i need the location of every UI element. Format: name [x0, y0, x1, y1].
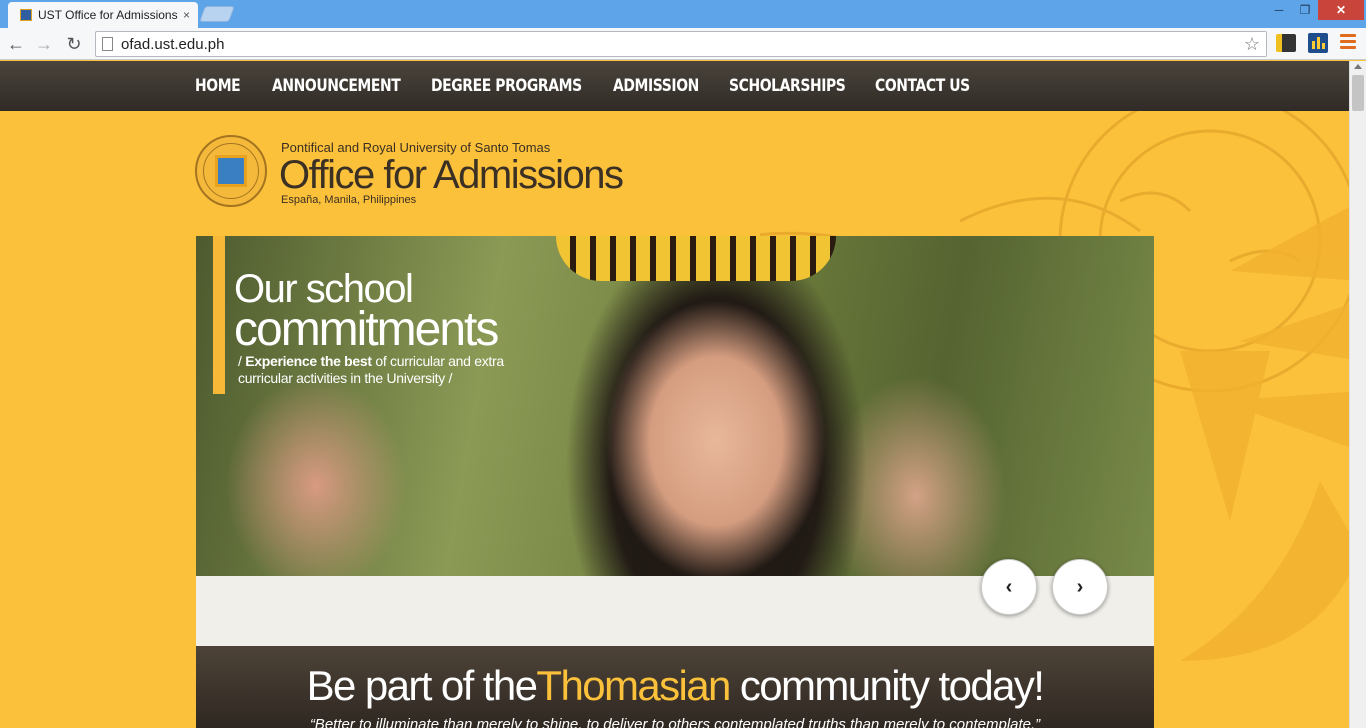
- reload-icon[interactable]: ↻: [62, 32, 86, 56]
- forward-arrow-icon[interactable]: →: [32, 32, 56, 56]
- nav-scholarships[interactable]: SCHOLARSHIPS: [729, 76, 846, 96]
- slider-prev-button[interactable]: ‹: [981, 559, 1037, 615]
- cta-highlight: Thomasian: [536, 662, 731, 709]
- page-scrollbar[interactable]: [1349, 61, 1366, 728]
- web-page: HOME ANNOUNCEMENT DEGREE PROGRAMS ADMISS…: [0, 61, 1349, 728]
- window-close-button[interactable]: ✕: [1318, 0, 1364, 20]
- university-seal-logo[interactable]: [195, 135, 267, 207]
- page-title[interactable]: Office for Admissions: [279, 153, 624, 198]
- scroll-up-icon[interactable]: [1354, 64, 1362, 69]
- slider-next-button[interactable]: ›: [1052, 559, 1108, 615]
- window-maximize-button[interactable]: ❐: [1292, 0, 1318, 20]
- cta-heading: Be part of theThomasian community today!: [306, 662, 1045, 709]
- nav-degree-programs[interactable]: DEGREE PROGRAMS: [431, 76, 582, 96]
- address-bar[interactable]: ofad.ust.edu.ph ☆: [95, 31, 1267, 57]
- slide-heading-line2: commitments: [234, 303, 499, 356]
- location-subtitle: España, Manila, Philippines: [281, 194, 417, 206]
- browser-toolbar: ← → ↻ ofad.ust.edu.ph ☆: [0, 28, 1366, 60]
- browser-menu-icon[interactable]: [1340, 34, 1356, 52]
- slide-accent-bar: [213, 236, 225, 394]
- browser-tabstrip: UST Office for Admissions × ─ ❐ ✕: [0, 0, 1366, 28]
- tab-title: UST Office for Admissions: [38, 8, 178, 22]
- browser-tab[interactable]: UST Office for Admissions ×: [8, 2, 198, 28]
- nav-admission[interactable]: ADMISSION: [613, 76, 699, 96]
- window-minimize-button[interactable]: ─: [1266, 0, 1292, 20]
- scroll-thumb[interactable]: [1352, 75, 1364, 111]
- nav-contact-us[interactable]: CONTACT US: [875, 76, 970, 96]
- cta-quote: “Better to illuminate than merely to shi…: [309, 716, 1041, 728]
- address-url[interactable]: ofad.ust.edu.ph: [121, 36, 224, 53]
- tab-close-icon[interactable]: ×: [183, 8, 190, 22]
- site-favicon-icon: [20, 9, 32, 21]
- slide-caption: / Experience the best of curricular and …: [238, 353, 504, 386]
- page-icon: [102, 37, 113, 51]
- cta-banner: Be part of theThomasian community today!…: [196, 646, 1154, 728]
- hero-photo: [556, 236, 836, 281]
- nav-home[interactable]: HOME: [195, 76, 241, 96]
- bookmark-star-icon[interactable]: ☆: [1244, 34, 1260, 55]
- stats-extension-icon[interactable]: [1308, 33, 1328, 53]
- nav-announcement[interactable]: ANNOUNCEMENT: [272, 76, 401, 96]
- slide-caption-bold: Experience the best: [245, 353, 372, 369]
- back-arrow-icon[interactable]: ←: [4, 32, 28, 56]
- new-tab-button[interactable]: [199, 6, 235, 22]
- extension-icon[interactable]: [1276, 34, 1296, 52]
- site-navigation: HOME ANNOUNCEMENT DEGREE PROGRAMS ADMISS…: [0, 61, 1349, 111]
- hero-slider: Our school commitments / Experience the …: [196, 236, 1154, 646]
